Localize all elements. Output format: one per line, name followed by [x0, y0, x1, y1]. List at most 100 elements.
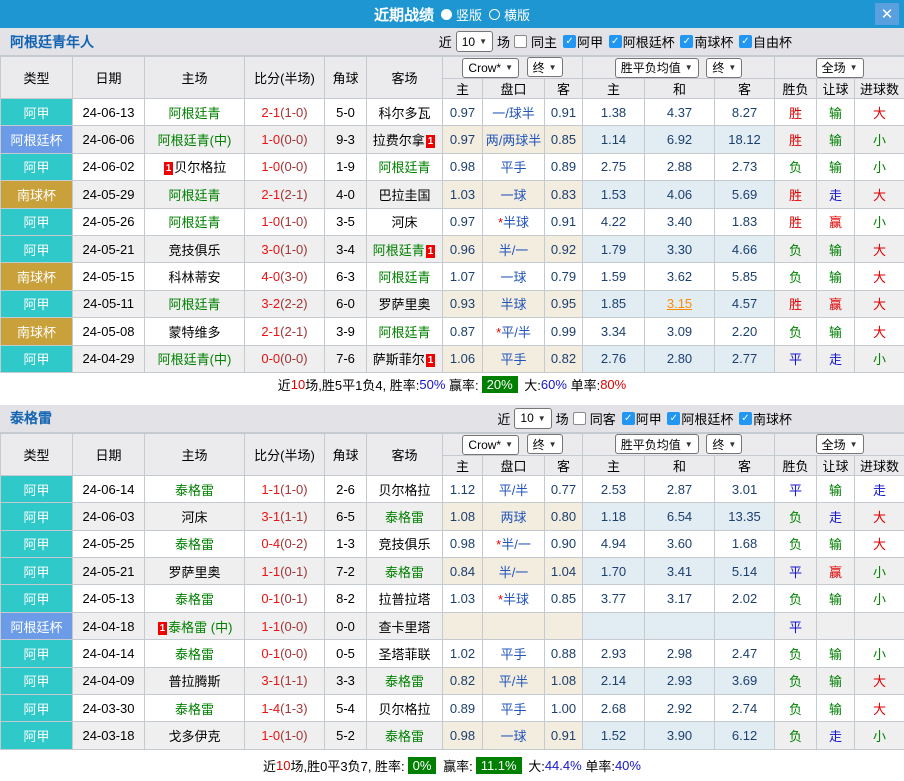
away-team[interactable]: 阿根廷青 [367, 318, 443, 345]
league-filter[interactable]: ✓自由杯 [739, 32, 792, 51]
fulltime-score: 1-0 [261, 728, 280, 743]
league-filter-label: 阿甲 [577, 32, 603, 51]
layout-radio-vertical[interactable]: 竖版 [441, 5, 482, 24]
away-team-name: 竞技俱乐 [378, 537, 430, 552]
home-team[interactable]: 蒙特维多 [145, 318, 245, 345]
games-label: 场 [497, 32, 510, 51]
goals-result: 小 [855, 345, 904, 372]
away-team[interactable]: 罗萨里奥 [367, 290, 443, 317]
home-team[interactable]: 普拉腾斯 [145, 667, 245, 694]
away-team[interactable]: 贝尔格拉 [367, 695, 443, 722]
col-corner: 角球 [325, 57, 367, 99]
away-team[interactable]: 阿根廷青1 [367, 235, 443, 262]
ah-away-odds: 0.95 [545, 290, 583, 317]
halftime-score: (2-2) [280, 296, 307, 311]
eu-home-odds: 2.53 [583, 475, 645, 502]
away-team[interactable]: 萨斯菲尔1 [367, 345, 443, 372]
ah-line: *半/一 [483, 530, 545, 557]
ah-home-odds: 1.03 [443, 181, 483, 208]
home-team[interactable]: 河床 [145, 503, 245, 530]
away-team-name: 阿根廷青 [373, 243, 425, 258]
same-venue-checkbox[interactable] [573, 412, 586, 425]
home-team[interactable]: 1泰格雷 (中) [145, 612, 245, 639]
close-icon[interactable]: ✕ [875, 3, 899, 25]
home-team[interactable]: 竞技俱乐 [145, 235, 245, 262]
summary-part: 近 [278, 375, 291, 394]
company-select[interactable]: Crow*▼ [462, 58, 519, 78]
ah-away-odds: 1.04 [545, 558, 583, 585]
home-team[interactable]: 泰格雷 [145, 530, 245, 557]
league-filter[interactable]: ✓南球杯 [680, 32, 733, 51]
full-match-select[interactable]: 全场▼ [816, 434, 864, 454]
home-team[interactable]: 戈多伊克 [145, 722, 245, 749]
eu-draw-odds: 4.37 [645, 99, 715, 126]
away-team[interactable]: 拉普拉塔 [367, 585, 443, 612]
ah-away-odds: 0.99 [545, 318, 583, 345]
league-filter[interactable]: ✓南球杯 [739, 409, 792, 428]
eu-home-odds: 1.70 [583, 558, 645, 585]
home-team[interactable]: 阿根廷青 [145, 208, 245, 235]
final-odds-select[interactable]: 终▼ [706, 434, 742, 454]
league-filter[interactable]: ✓阿根廷杯 [609, 32, 675, 51]
away-team[interactable]: 巴拉圭国 [367, 181, 443, 208]
final-odds-select[interactable]: 终▼ [527, 57, 563, 77]
halftime-score: (0-1) [280, 591, 307, 606]
fulltime-score: 2-1 [261, 187, 280, 202]
home-team[interactable]: 阿根廷青 [145, 99, 245, 126]
away-team[interactable]: 泰格雷 [367, 503, 443, 530]
section-header: 阿根廷青年人 近 10 ▼ 场 同主 ✓阿甲 ✓阿根廷杯 ✓南球杯 ✓自由杯 [0, 28, 904, 56]
recent-results-window: 近期战绩 竖版 横版 ✕ 阿根廷青年人 近 10 ▼ 场 同主 ✓阿甲 ✓阿 [0, 0, 904, 781]
same-venue-checkbox[interactable] [514, 35, 527, 48]
away-team[interactable]: 贝尔格拉 [367, 475, 443, 502]
home-team[interactable]: 罗萨里奥 [145, 558, 245, 585]
match-count-select[interactable]: 10 ▼ [514, 408, 551, 429]
avg-odds-select[interactable]: 胜平负均值▼ [615, 434, 699, 454]
home-team[interactable]: 泰格雷 [145, 640, 245, 667]
away-team[interactable]: 圣塔菲联 [367, 640, 443, 667]
league-filter[interactable]: ✓阿根廷杯 [667, 409, 733, 428]
corners-cell: 0-5 [325, 640, 367, 667]
away-team[interactable]: 竞技俱乐 [367, 530, 443, 557]
home-team[interactable]: 阿根廷青(中) [145, 345, 245, 372]
away-team[interactable]: 河床 [367, 208, 443, 235]
summary-part: 赢率: [445, 375, 478, 394]
handicap-result: 输 [817, 153, 855, 180]
home-team[interactable]: 阿根廷青(中) [145, 126, 245, 153]
home-team-name: 蒙特维多 [168, 325, 220, 340]
home-team[interactable]: 1贝尔格拉 [145, 153, 245, 180]
away-team[interactable]: 阿根廷青 [367, 153, 443, 180]
avg-odds-select[interactable]: 胜平负均值▼ [615, 58, 699, 78]
goals-result: 大 [855, 530, 904, 557]
eu-home-odds: 1.52 [583, 722, 645, 749]
match-count-select[interactable]: 10 ▼ [456, 31, 493, 52]
home-team[interactable]: 阿根廷青 [145, 290, 245, 317]
home-team[interactable]: 阿根廷青 [145, 181, 245, 208]
away-team[interactable]: 拉费尔拿1 [367, 126, 443, 153]
away-team[interactable]: 阿根廷青 [367, 263, 443, 290]
full-match-select[interactable]: 全场▼ [816, 58, 864, 78]
league-badge: 南球杯 [1, 181, 73, 208]
away-team[interactable]: 泰格雷 [367, 558, 443, 585]
home-team-name: 贝尔格拉 [174, 160, 226, 175]
home-team[interactable]: 泰格雷 [145, 695, 245, 722]
away-team[interactable]: 泰格雷 [367, 667, 443, 694]
company-select[interactable]: Crow*▼ [462, 435, 519, 455]
away-team[interactable]: 泰格雷 [367, 722, 443, 749]
ah-line [483, 612, 545, 639]
ah-line: 半/一 [483, 235, 545, 262]
match-row: 阿甲 24-04-09 普拉腾斯 3-1(1-1) 3-3 泰格雷 0.82 平… [1, 667, 904, 694]
final-odds-select[interactable]: 终▼ [527, 434, 563, 454]
away-team[interactable]: 查卡里塔 [367, 612, 443, 639]
layout-radio-horizontal[interactable]: 横版 [489, 5, 530, 24]
league-filter[interactable]: ✓阿甲 [622, 409, 662, 428]
home-team[interactable]: 泰格雷 [145, 585, 245, 612]
ah-line: *平/半 [483, 318, 545, 345]
home-team[interactable]: 泰格雷 [145, 475, 245, 502]
fulltime-score: 0-1 [261, 646, 280, 661]
home-team-name: 阿根廷青 [168, 297, 220, 312]
league-filter[interactable]: ✓阿甲 [563, 32, 603, 51]
home-team[interactable]: 科林蒂安 [145, 263, 245, 290]
ah-away-odds: 0.79 [545, 263, 583, 290]
away-team[interactable]: 科尔多瓦 [367, 99, 443, 126]
final-odds-select[interactable]: 终▼ [706, 58, 742, 78]
